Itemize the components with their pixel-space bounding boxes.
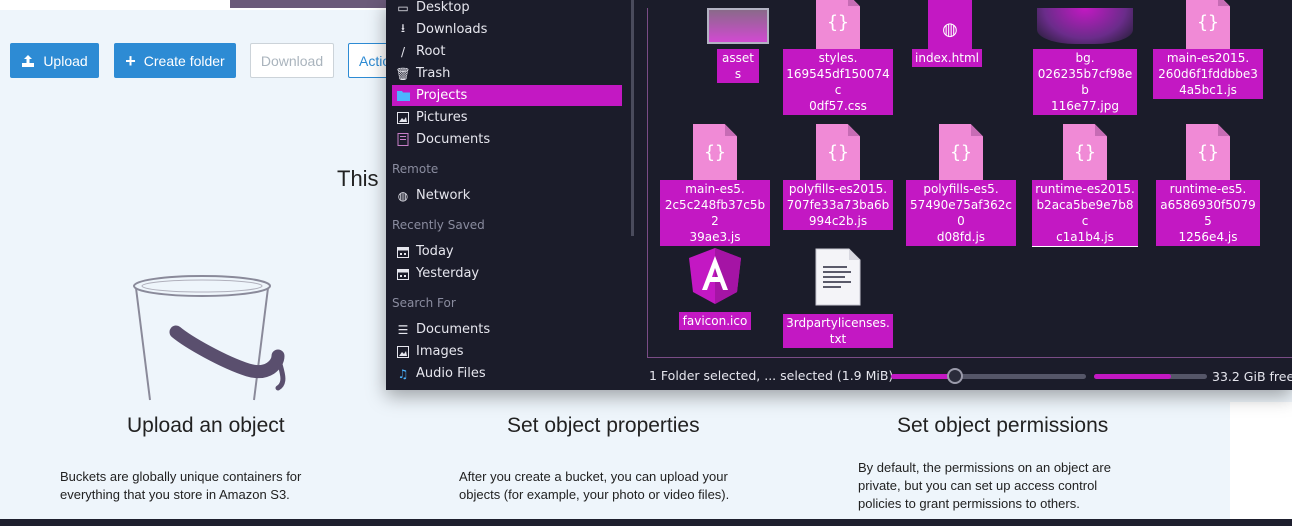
place-label: Audio Files bbox=[416, 366, 486, 381]
places-panel: ▭ Desktop ⭳ Downloads / Root 🗑 Trash Pro… bbox=[386, 0, 631, 390]
right-panel bbox=[1230, 402, 1292, 526]
place-root[interactable]: / Root bbox=[392, 41, 622, 62]
section-remote: Remote bbox=[392, 162, 439, 176]
section-recently-saved: Recently Saved bbox=[392, 218, 485, 232]
downloads-icon: ⭳ bbox=[400, 21, 406, 35]
documents-icon bbox=[396, 133, 410, 147]
place-label: Downloads bbox=[416, 22, 488, 37]
place-label: Desktop bbox=[416, 0, 470, 15]
file-name: main-es2015. 260d6f1fddbbe3 4a5bc1.js bbox=[1153, 49, 1263, 99]
free-space-bar bbox=[1094, 374, 1207, 379]
free-space-bar-fill bbox=[1094, 374, 1171, 379]
places-scrollbar[interactable] bbox=[631, 0, 634, 236]
network-icon: ◍ bbox=[397, 188, 409, 203]
download-button-label: Download bbox=[260, 52, 324, 69]
html-file-icon: ◍ bbox=[912, 0, 988, 50]
folder-icon bbox=[396, 89, 410, 103]
download-button[interactable]: Download bbox=[250, 43, 334, 78]
tab-edge bbox=[230, 0, 390, 8]
document-lines-icon: ☰ bbox=[397, 322, 409, 337]
calendar-icon bbox=[396, 245, 410, 259]
file-name: index.html bbox=[912, 49, 982, 67]
zoom-slider-fill bbox=[891, 374, 956, 379]
place-trash[interactable]: 🗑 Trash bbox=[392, 63, 622, 84]
file-name: favicon.ico bbox=[679, 312, 751, 330]
place-projects[interactable]: Projects bbox=[392, 85, 622, 106]
place-label: Pictures bbox=[416, 110, 468, 125]
page-heading: This bbox=[337, 166, 379, 191]
pictures-icon bbox=[396, 111, 410, 125]
place-label: Projects bbox=[416, 88, 468, 103]
upload-icon bbox=[22, 54, 35, 67]
file-view: assets {} styles. 169545df150074c 0df57.… bbox=[647, 0, 1292, 358]
js-file-icon: {} bbox=[783, 118, 893, 180]
file-dialog: ▭ Desktop ⭳ Downloads / Root 🗑 Trash Pro… bbox=[386, 0, 1292, 390]
place-label: Network bbox=[416, 188, 471, 203]
place-search-audio[interactable]: ♫ Audio Files bbox=[392, 363, 622, 384]
place-yesterday[interactable]: Yesterday bbox=[392, 263, 622, 284]
place-documents[interactable]: Documents bbox=[392, 129, 622, 150]
card-title-properties: Set object properties bbox=[507, 414, 700, 437]
file-name: 3rdpartylicenses. txt bbox=[783, 314, 893, 348]
desktop-icon: ▭ bbox=[397, 0, 409, 15]
js-file-icon: {} bbox=[1030, 118, 1140, 180]
file-name: main-es5. 2c5c248fb37c5b2 39ae3.js bbox=[660, 180, 770, 246]
js-file-icon: {} bbox=[660, 118, 770, 180]
place-network[interactable]: ◍ Network bbox=[392, 185, 622, 206]
root-icon: / bbox=[400, 44, 406, 59]
card-desc-properties: After you create a bucket, you can uploa… bbox=[459, 469, 730, 502]
place-search-documents[interactable]: ☰ Documents bbox=[392, 319, 622, 340]
create-folder-button-label: Create folder bbox=[143, 52, 225, 69]
place-downloads[interactable]: ⭳ Downloads bbox=[392, 19, 622, 40]
image-icon bbox=[396, 345, 410, 359]
card-title-upload: Upload an object bbox=[127, 414, 285, 437]
plus-icon: + bbox=[125, 50, 136, 71]
file-name: bg. 026235b7cf98eb 116e77.jpg bbox=[1033, 49, 1137, 115]
trash-icon: 🗑 bbox=[395, 66, 411, 81]
place-label: Root bbox=[416, 44, 446, 59]
js-file-icon: {} bbox=[1153, 0, 1263, 50]
place-label: Images bbox=[416, 344, 464, 359]
css-file-icon: {} bbox=[783, 0, 893, 50]
place-label: Today bbox=[416, 244, 454, 259]
file-name: runtime-es5. a6586930f50795 1256e4.js bbox=[1156, 180, 1260, 246]
image-thumbnail bbox=[1030, 8, 1140, 44]
place-today[interactable]: Today bbox=[392, 241, 622, 262]
js-file-icon: {} bbox=[906, 118, 1016, 180]
file-name: polyfills-es5. 57490e75af362c0 d08fd.js bbox=[906, 180, 1016, 246]
file-name: assets bbox=[717, 49, 759, 83]
free-space-text: 33.2 GiB free bbox=[1212, 369, 1292, 384]
place-label: Documents bbox=[416, 132, 491, 147]
card-title-permissions: Set object permissions bbox=[897, 414, 1109, 437]
place-label: Trash bbox=[416, 66, 451, 81]
music-note-icon: ♫ bbox=[397, 366, 409, 381]
folder-icon bbox=[683, 8, 793, 44]
card-desc-permissions: By default, the permissions on an object… bbox=[858, 460, 1111, 511]
file-name: runtime-es2015. b2aca5be9e7b8c c1a1b4.js bbox=[1032, 180, 1138, 247]
text-file-icon bbox=[783, 246, 893, 306]
js-file-icon: {} bbox=[1153, 118, 1263, 180]
file-name: polyfills-es2015. 707fe33a73ba6b 994c2b.… bbox=[783, 180, 893, 230]
angular-logo-icon bbox=[660, 246, 770, 306]
file-name: styles. 169545df150074c 0df57.css bbox=[783, 49, 893, 115]
zoom-slider[interactable] bbox=[891, 368, 1086, 384]
place-pictures[interactable]: Pictures bbox=[392, 107, 622, 128]
place-search-images[interactable]: Images bbox=[392, 341, 622, 362]
actions-button[interactable]: Actio bbox=[348, 43, 390, 78]
card-desc-upload: Buckets are globally unique containers f… bbox=[60, 469, 302, 502]
section-search-for: Search For bbox=[392, 296, 456, 310]
upload-button-label: Upload bbox=[43, 52, 88, 69]
taskbar-edge bbox=[0, 519, 1292, 526]
place-label: Documents bbox=[416, 322, 491, 337]
place-desktop[interactable]: ▭ Desktop bbox=[392, 0, 622, 18]
place-label: Yesterday bbox=[416, 266, 480, 281]
globe-icon: ◍ bbox=[942, 19, 958, 40]
bucket-illustration bbox=[133, 275, 286, 401]
upload-button[interactable]: Upload bbox=[10, 43, 99, 78]
calendar-icon bbox=[396, 267, 410, 281]
create-folder-button[interactable]: + Create folder bbox=[114, 43, 236, 78]
